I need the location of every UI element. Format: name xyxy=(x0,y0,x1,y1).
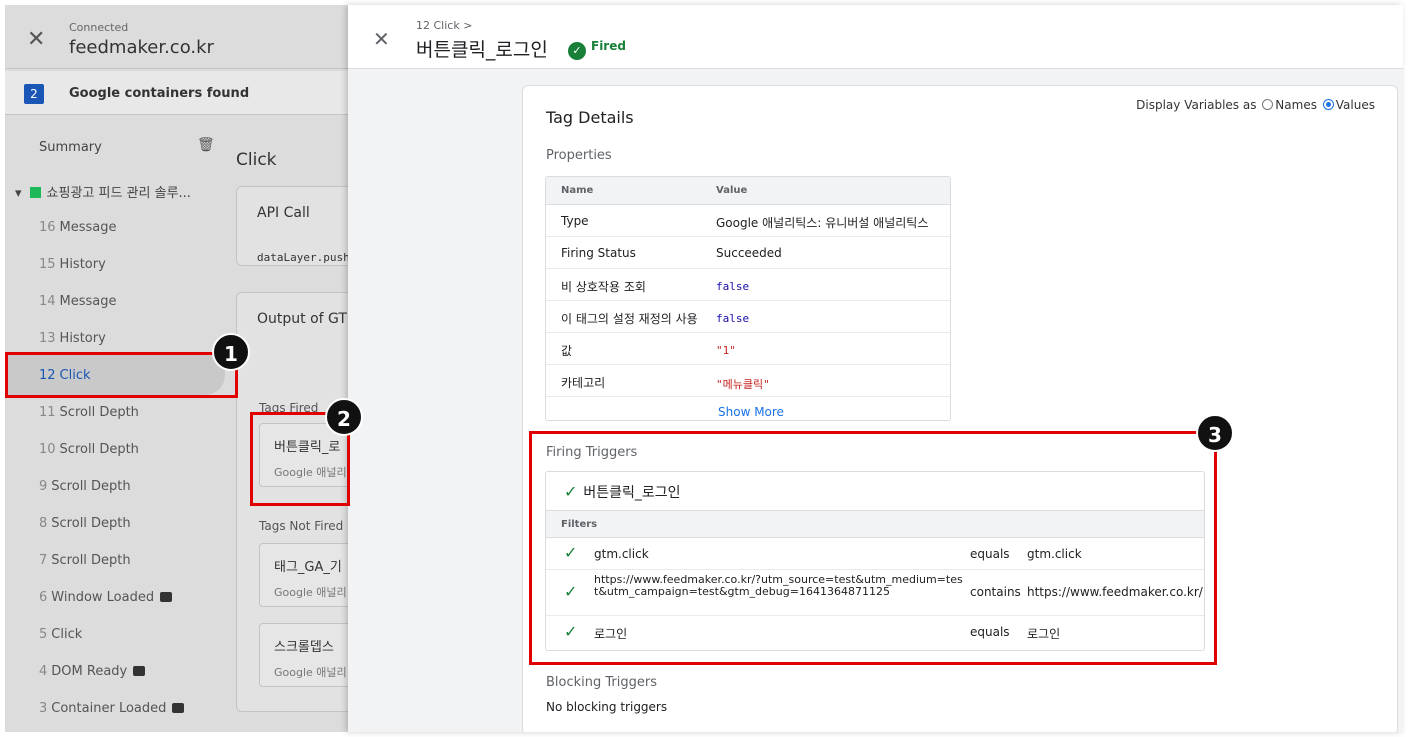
container-row[interactable]: ▾ 쇼핑광고 피드 관리 솔루... xyxy=(15,182,191,201)
close-icon[interactable]: ✕ xyxy=(373,27,390,51)
table-row: 이 태그의 설정 재정의 사용 false xyxy=(546,301,950,333)
check-circle-icon: ✓ xyxy=(568,42,586,60)
close-icon[interactable]: ✕ xyxy=(27,27,45,52)
event-item[interactable]: 7 Scroll Depth xyxy=(39,553,131,568)
highlight-box-3 xyxy=(529,431,1217,665)
blocking-triggers-text: No blocking triggers xyxy=(546,700,668,714)
code-icon xyxy=(133,666,146,676)
fired-status-badge: ✓ Fired xyxy=(568,39,626,60)
event-title: Click xyxy=(236,150,277,170)
tags-not-fired-label: Tags Not Fired xyxy=(259,519,344,533)
tag-name: 스크롤뎁스 xyxy=(274,640,334,655)
output-label[interactable]: Output of GT xyxy=(257,311,347,327)
event-item[interactable]: 14 Message xyxy=(39,294,117,309)
tag-details-heading: Tag Details xyxy=(546,108,634,127)
containers-count-badge: 2 xyxy=(24,84,44,104)
event-item[interactable]: 15 History xyxy=(39,257,106,272)
event-item[interactable]: 16 Message xyxy=(39,220,117,235)
tag-type: Google 애널리 xyxy=(274,586,347,599)
annotation-badge-3: 3 xyxy=(1196,414,1234,452)
clear-trash-icon[interactable]: 🗑 xyxy=(197,137,215,153)
event-item[interactable]: 6 Window Loaded xyxy=(39,590,173,605)
code-icon xyxy=(160,592,173,602)
breadcrumb[interactable]: 12 Click > xyxy=(416,19,472,32)
datalayer-code: dataLayer.push xyxy=(257,251,350,264)
event-item[interactable]: 8 Scroll Depth xyxy=(39,516,131,531)
table-row: 카테고리 "메뉴클릭" xyxy=(546,365,950,397)
code-icon xyxy=(172,703,185,713)
summary-item[interactable]: Summary xyxy=(39,140,102,155)
show-more-link[interactable]: Show More xyxy=(718,405,784,419)
event-item[interactable]: 4 DOM Ready xyxy=(39,664,146,679)
containers-found-bar[interactable]: 2 Google containers found xyxy=(5,71,348,115)
container-name: 쇼핑광고 피드 관리 솔루... xyxy=(46,186,191,201)
event-item[interactable]: 3 Container Loaded xyxy=(39,701,185,716)
table-row: 비 상호작용 조회 false xyxy=(546,269,950,301)
containers-found-label: Google containers found xyxy=(69,86,250,101)
highlight-box-1 xyxy=(5,352,238,398)
names-radio[interactable] xyxy=(1262,99,1274,110)
table-row: Type Google 애널리틱스: 유니버설 애널리틱스 xyxy=(546,205,950,237)
event-item[interactable]: 11 Scroll Depth xyxy=(39,405,139,420)
table-row: 값 "1" xyxy=(546,333,950,365)
tag-type: Google 애널리 xyxy=(274,666,347,679)
connected-label: Connected xyxy=(69,21,129,34)
container-color-icon xyxy=(29,187,41,198)
annotation-badge-1: 1 xyxy=(212,333,250,371)
event-item[interactable]: 13 History xyxy=(39,331,106,346)
annotation-badge-2: 2 xyxy=(325,398,363,436)
table-header: Name Value xyxy=(546,177,950,205)
event-item[interactable]: 5 Click xyxy=(39,627,82,642)
table-row: Firing Status Succeeded xyxy=(546,237,950,269)
detail-header: ✕ 12 Click > 버튼클릭_로그인 ✓ Fired xyxy=(348,5,1403,69)
properties-table: Name Value Type Google 애널리틱스: 유니버설 애널리틱스 … xyxy=(545,176,951,421)
properties-heading: Properties xyxy=(546,148,612,163)
api-call-label: API Call xyxy=(257,205,310,221)
connected-domain: feedmaker.co.kr xyxy=(69,37,214,58)
display-variables-toggle: Display Variables as Names Values xyxy=(1136,98,1375,112)
values-radio[interactable] xyxy=(1322,99,1334,110)
event-item[interactable]: 10 Scroll Depth xyxy=(39,442,139,457)
tag-title: 버튼클릭_로그인 xyxy=(416,39,548,61)
blocking-triggers-heading: Blocking Triggers xyxy=(546,675,658,690)
tag-name: 태그_GA_기 xyxy=(274,560,342,575)
event-item[interactable]: 9 Scroll Depth xyxy=(39,479,131,494)
left-header: ✕ Connected feedmaker.co.kr xyxy=(5,5,348,69)
expand-arrow-icon: ▾ xyxy=(15,186,22,201)
